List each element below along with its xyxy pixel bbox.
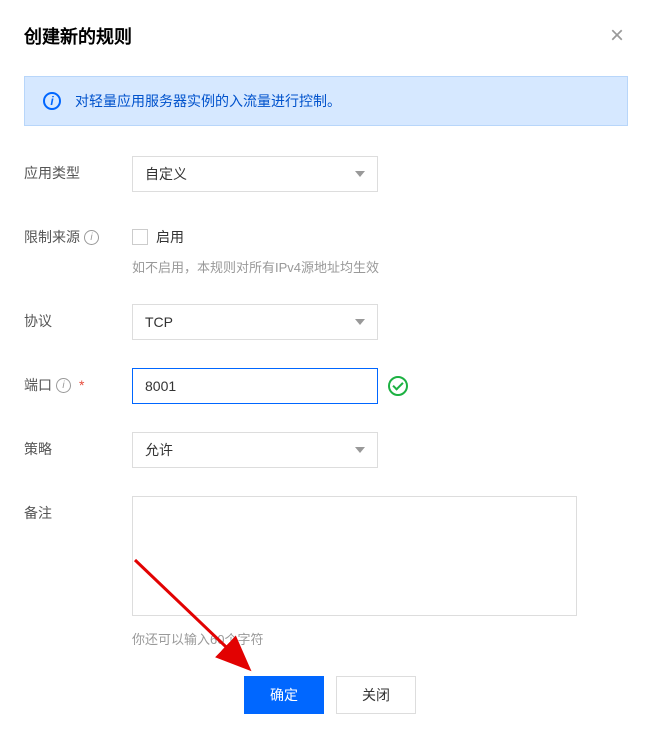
create-rule-dialog: 创建新的规则 × i 对轻量应用服务器实例的入流量进行控制。 应用类型 自定义 …: [0, 0, 652, 734]
info-banner: i 对轻量应用服务器实例的入流量进行控制。: [24, 76, 628, 126]
chevron-down-icon: [355, 447, 365, 453]
cancel-button[interactable]: 关闭: [336, 676, 416, 714]
protocol-select[interactable]: TCP: [132, 304, 378, 340]
help-icon[interactable]: i: [56, 378, 71, 393]
protocol-value: TCP: [145, 314, 173, 330]
restrict-source-row: 限制来源 i 启用 如不启用，本规则对所有IPv4源地址均生效: [24, 220, 628, 276]
remark-label: 备注: [24, 496, 132, 523]
valid-check-icon: [388, 376, 408, 396]
enable-checkbox[interactable]: [132, 229, 148, 245]
policy-row: 策略 允许: [24, 432, 628, 468]
required-mark: *: [79, 377, 84, 393]
chevron-down-icon: [355, 171, 365, 177]
remark-textarea[interactable]: [132, 496, 577, 616]
app-type-value: 自定义: [145, 164, 187, 184]
confirm-button[interactable]: 确定: [244, 676, 324, 714]
restrict-source-label: 限制来源 i: [24, 220, 132, 247]
dialog-footer: 确定 关闭: [24, 676, 628, 714]
policy-label: 策略: [24, 432, 132, 459]
restrict-source-hint: 如不启用，本规则对所有IPv4源地址均生效: [132, 257, 628, 276]
port-input[interactable]: [132, 368, 378, 404]
policy-select[interactable]: 允许: [132, 432, 378, 468]
app-type-label: 应用类型: [24, 156, 132, 183]
protocol-row: 协议 TCP: [24, 304, 628, 340]
port-row: 端口 i *: [24, 368, 628, 404]
info-text: 对轻量应用服务器实例的入流量进行控制。: [75, 91, 341, 111]
chevron-down-icon: [355, 319, 365, 325]
remark-hint: 你还可以输入60个字符: [132, 629, 628, 648]
protocol-label: 协议: [24, 304, 132, 331]
policy-value: 允许: [145, 440, 173, 460]
dialog-header: 创建新的规则 ×: [24, 20, 628, 52]
dialog-title: 创建新的规则: [24, 23, 132, 49]
remark-row: 备注 你还可以输入60个字符: [24, 496, 628, 648]
app-type-select[interactable]: 自定义: [132, 156, 378, 192]
app-type-row: 应用类型 自定义: [24, 156, 628, 192]
info-icon: i: [43, 92, 61, 110]
enable-checkbox-label: 启用: [156, 227, 184, 247]
close-icon[interactable]: ×: [606, 20, 628, 52]
help-icon[interactable]: i: [84, 230, 99, 245]
port-label: 端口 i *: [24, 368, 132, 395]
